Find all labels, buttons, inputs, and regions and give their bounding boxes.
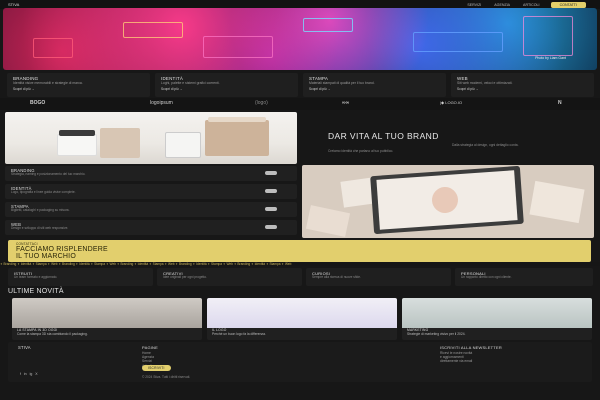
- client-logo: logoipsum: [150, 100, 173, 106]
- news-section-title: ULTIME NOVITÀ: [8, 288, 64, 295]
- service-row-web[interactable]: WEB Design e sviluppo di siti web respon…: [5, 220, 297, 235]
- news-post[interactable]: MARKETING Strategie di marketing visivo p…: [402, 298, 592, 340]
- client-logo: BOGO: [30, 100, 46, 106]
- news-post-image: [207, 298, 397, 328]
- nav-link-articoli[interactable]: ARTICOLI: [523, 3, 540, 7]
- feature-curiosi: CURIOSI Sempre alla ricerca di nuove sfi…: [306, 268, 451, 286]
- site-footer: STIVA f in ig X PAGINE Home Agenzia Serv…: [8, 342, 592, 382]
- news-post-image: [12, 298, 202, 328]
- hero-image: [3, 8, 597, 70]
- toggle-button[interactable]: [265, 171, 277, 175]
- footer-newsletter-column: ISCRIVITI ALLA NEWSLETTER Ricevi le nost…: [440, 345, 502, 364]
- facebook-icon[interactable]: f: [20, 372, 21, 376]
- service-row-identita[interactable]: IDENTITÀ Logo, tipografia e linee guida …: [5, 184, 297, 199]
- banner-title-line-2: IL TUO MARCHIO: [16, 253, 76, 260]
- copyright: © 2024 Stiva. Tutti i diritti riservati.: [142, 375, 191, 379]
- toggle-button[interactable]: [265, 225, 277, 229]
- cta-banner[interactable]: CONTATTACI FACCIAMO RISPLENDERE IL TUO M…: [8, 240, 591, 262]
- brand-section-text-left: Creiamo identità che parlano al tuo pubb…: [328, 149, 394, 153]
- news-post-image: [402, 298, 592, 328]
- linkedin-icon[interactable]: in: [24, 372, 27, 376]
- service-row-stampa[interactable]: STAMPA Biglietti, cataloghi e packaging …: [5, 202, 297, 217]
- feature-personali: PERSONALI Un rapporto diretto con ogni c…: [455, 268, 593, 286]
- footer-brand: STIVA: [18, 345, 31, 350]
- brand-logo[interactable]: STIVA: [8, 2, 19, 7]
- toggle-button[interactable]: [265, 189, 277, 193]
- nav-link-agenzia[interactable]: AGENZIA: [494, 3, 510, 7]
- learn-more-link[interactable]: Scopri di più →: [457, 87, 588, 91]
- stationery-mockup-photo: [302, 165, 594, 238]
- product-photo: [5, 112, 297, 164]
- service-card-branding[interactable]: BRANDING Identità visive memorabili e st…: [7, 73, 150, 97]
- service-card-stampa[interactable]: STAMPA Materiali stampati di qualità per…: [303, 73, 446, 97]
- brand-section-title: DAR VITA AL TUO BRAND: [328, 131, 439, 141]
- client-logo: N: [558, 100, 562, 106]
- photo-credit: Photo by Liam Gant: [535, 56, 566, 60]
- subscribe-button[interactable]: ISCRIVITI: [142, 365, 171, 371]
- banner-title-line-1: FACCIAMO RISPLENDERE: [16, 246, 108, 253]
- instagram-icon[interactable]: ig: [30, 372, 33, 376]
- service-card-web[interactable]: WEB Siti web moderni, veloci e ottimizza…: [451, 73, 594, 97]
- toggle-button[interactable]: [265, 207, 277, 211]
- services-marquee: ✦ Branding ✦ Identità ✦ Stampa ✦ Web ✦ B…: [0, 262, 600, 266]
- client-logo: (logo): [255, 100, 268, 106]
- learn-more-link[interactable]: Scopri di più →: [161, 87, 292, 91]
- learn-more-link[interactable]: Scopri di più →: [13, 87, 144, 91]
- feature-creativi: CREATIVI Idee originali per ogni progett…: [157, 268, 302, 286]
- learn-more-link[interactable]: Scopri di più →: [309, 87, 440, 91]
- brand-section-text-right: Dalla strategia al design, ogni dettagli…: [452, 143, 519, 147]
- client-logos-strip: BOGO logoipsum (logo) ∞∞ |◆ LOGO.IO N: [0, 98, 600, 110]
- client-logo: ∞∞: [342, 100, 350, 106]
- client-logo: |◆ LOGO.IO: [440, 100, 463, 105]
- service-row-branding[interactable]: BRANDING Strategia, naming e posizioname…: [5, 166, 297, 181]
- feature-istruiti: ISTRUITI Un team formato e aggiornato.: [8, 268, 153, 286]
- nav-link-servizi[interactable]: SERVIZI: [467, 3, 481, 7]
- social-links: f in ig X: [20, 372, 38, 376]
- news-post[interactable]: LA STAMPA IN 3D OGGI Come la stampa 3D st…: [12, 298, 202, 340]
- service-card-identita[interactable]: IDENTITÀ Loghi, palette e sistemi grafic…: [155, 73, 298, 97]
- x-icon[interactable]: X: [35, 372, 37, 376]
- news-post[interactable]: IL LOGO Perché un buon logo fa la differe…: [207, 298, 397, 340]
